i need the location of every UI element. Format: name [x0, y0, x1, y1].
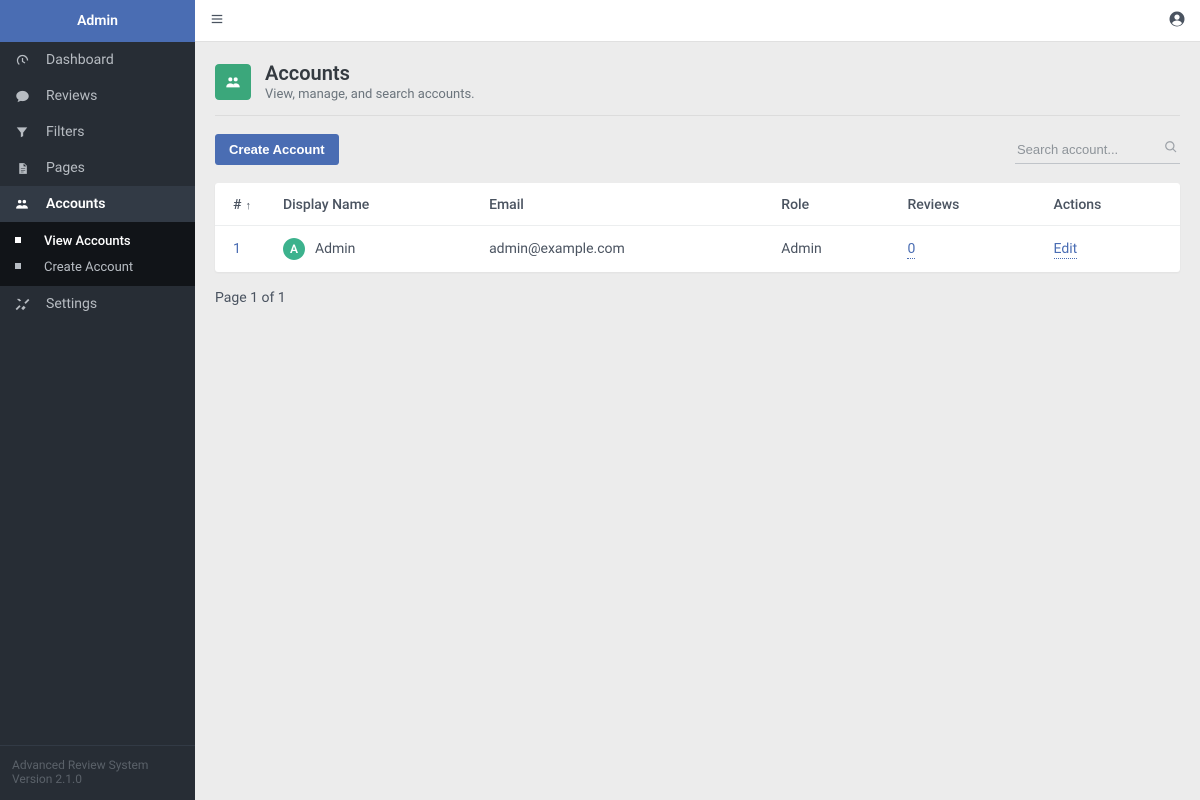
- search-input[interactable]: [1015, 136, 1180, 164]
- th-reviews[interactable]: Reviews: [891, 183, 1037, 226]
- sidebar-item-label: Pages: [46, 160, 85, 176]
- page-title: Accounts: [265, 62, 475, 84]
- pagination-text: Page 1 of 1: [215, 290, 1180, 306]
- topbar: [195, 0, 1200, 42]
- file-icon: [14, 160, 30, 176]
- sidebar-sub-view-accounts[interactable]: View Accounts: [0, 228, 195, 254]
- sidebar-sub-label: View Accounts: [44, 234, 131, 249]
- sidebar-item-label: Accounts: [46, 196, 105, 212]
- sidebar-item-accounts[interactable]: Accounts: [0, 186, 195, 222]
- bullet-icon: [14, 262, 24, 272]
- sidebar-item-label: Reviews: [46, 88, 97, 104]
- gauge-icon: [14, 52, 30, 68]
- th-display-name[interactable]: Display Name: [267, 183, 473, 226]
- th-actions: Actions: [1038, 183, 1180, 226]
- sidebar-item-reviews[interactable]: Reviews: [0, 78, 195, 114]
- sidebar-item-pages[interactable]: Pages: [0, 150, 195, 186]
- page-subtitle: View, manage, and search accounts.: [265, 87, 475, 102]
- footer-version: Version 2.1.0: [12, 772, 183, 786]
- sidebar-nav: Dashboard Reviews Filters Pages: [0, 42, 195, 745]
- sort-asc-icon: ↑: [245, 199, 251, 212]
- row-display-name: Admin: [315, 241, 355, 257]
- comment-icon: [14, 88, 30, 104]
- user-menu-icon[interactable]: [1168, 10, 1186, 32]
- sidebar-item-dashboard[interactable]: Dashboard: [0, 42, 195, 78]
- th-role[interactable]: Role: [765, 183, 891, 226]
- brand-text: Admin: [77, 13, 118, 29]
- bullet-icon: [14, 236, 24, 246]
- accounts-table: #↑ Display Name Email Role Reviews Actio…: [215, 183, 1180, 272]
- row-edit-link[interactable]: Edit: [1054, 241, 1078, 259]
- accounts-header-icon: [215, 64, 251, 100]
- sidebar-brand[interactable]: Admin: [0, 0, 195, 42]
- table-row: 1 A Admin admin@example.com Admin 0 Edit: [215, 226, 1180, 273]
- create-account-button[interactable]: Create Account: [215, 134, 339, 165]
- row-role: Admin: [765, 226, 891, 273]
- row-email: admin@example.com: [473, 226, 765, 273]
- sidebar-item-label: Settings: [46, 296, 97, 312]
- sidebar-item-label: Filters: [46, 124, 85, 140]
- users-icon: [14, 196, 30, 212]
- filter-icon: [14, 124, 30, 140]
- th-id[interactable]: #↑: [215, 183, 267, 226]
- sidebar-item-settings[interactable]: Settings: [0, 286, 195, 322]
- sidebar-sub-create-account[interactable]: Create Account: [0, 254, 195, 280]
- th-email[interactable]: Email: [473, 183, 765, 226]
- footer-app-name: Advanced Review System: [12, 758, 183, 772]
- sidebar: Admin Dashboard Reviews Filters: [0, 0, 195, 800]
- avatar: A: [283, 238, 305, 260]
- sidebar-sub-label: Create Account: [44, 260, 133, 275]
- sidebar-item-label: Dashboard: [46, 52, 114, 68]
- sidebar-item-filters[interactable]: Filters: [0, 114, 195, 150]
- row-id-link[interactable]: 1: [233, 241, 241, 257]
- row-reviews-link[interactable]: 0: [907, 241, 915, 259]
- menu-toggle-icon[interactable]: [209, 12, 225, 30]
- tools-icon: [14, 296, 30, 312]
- page-header: Accounts View, manage, and search accoun…: [215, 62, 1180, 116]
- sidebar-footer: Advanced Review System Version 2.1.0: [0, 745, 195, 800]
- search-icon[interactable]: [1164, 140, 1178, 158]
- sidebar-sub-accounts: View Accounts Create Account: [0, 222, 195, 286]
